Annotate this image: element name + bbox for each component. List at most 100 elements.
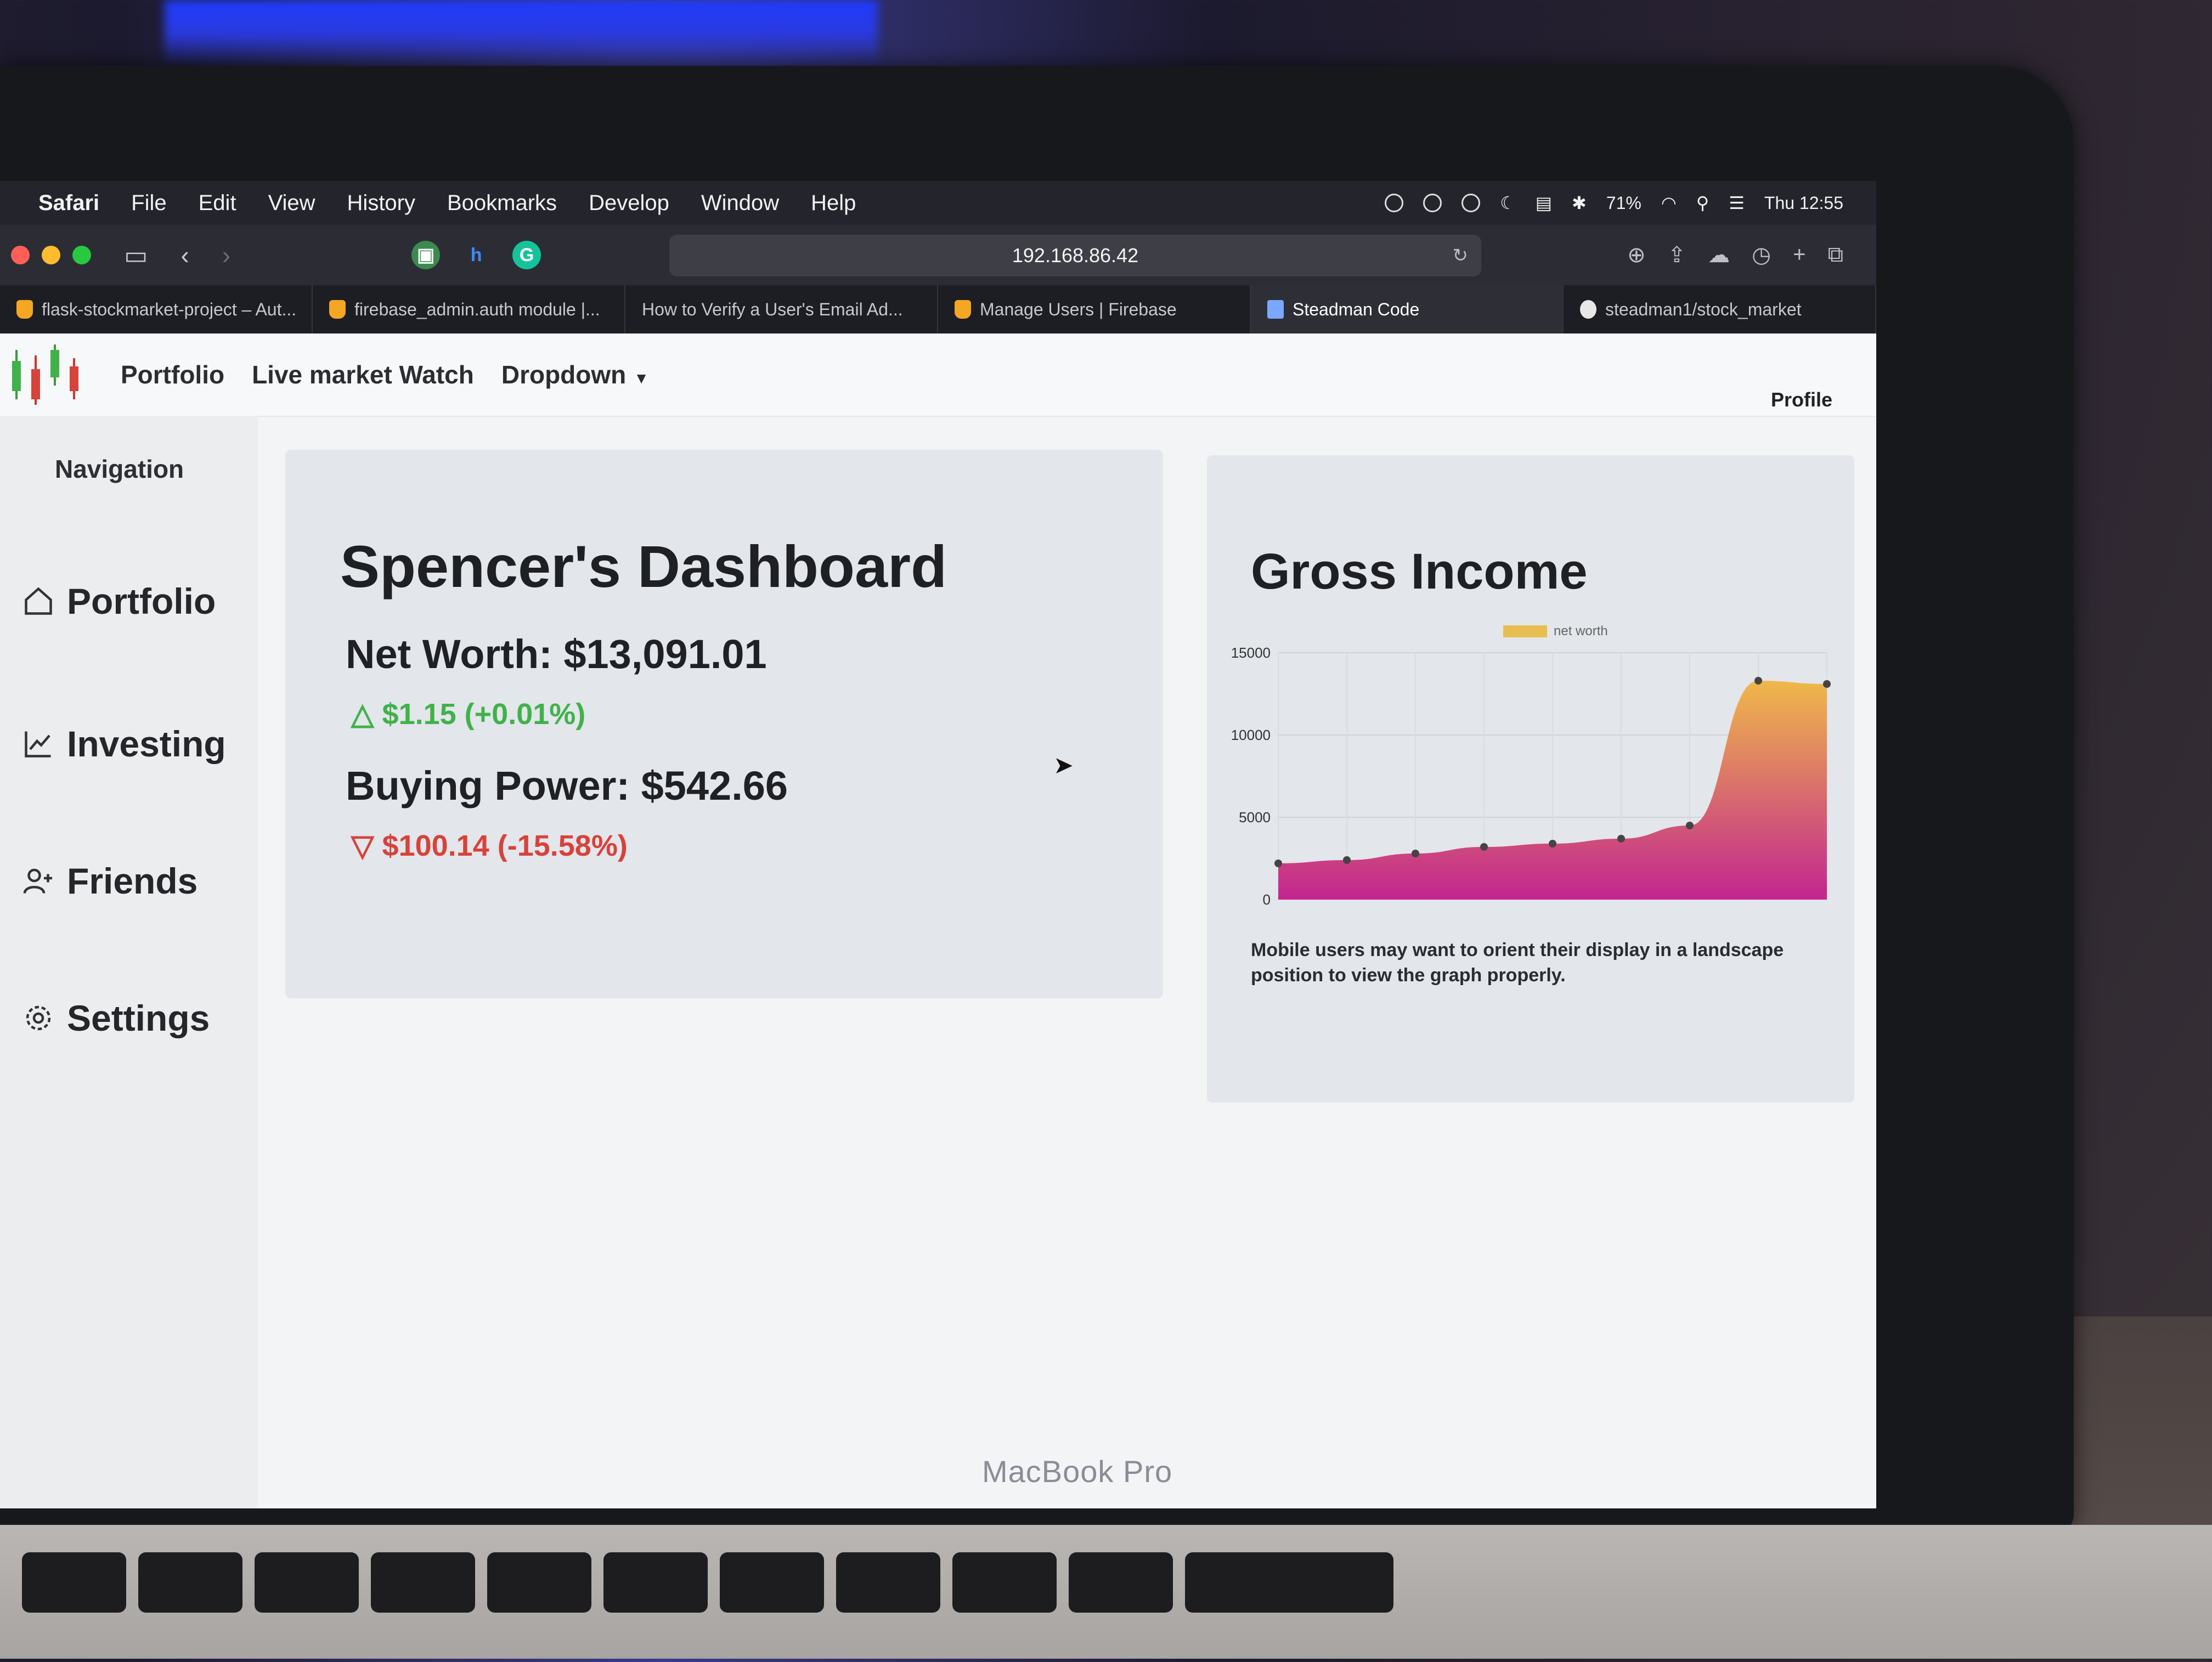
flag-icon[interactable]: ▤	[1536, 193, 1552, 213]
menu-file[interactable]: File	[131, 191, 166, 216]
sidebar-item-label: Friends	[67, 861, 198, 901]
toolbar-right-actions: ⊕ ⇪ ☁ ◷ + ⧉	[1627, 242, 1876, 268]
honey-extension-icon[interactable]: h	[462, 241, 490, 269]
sidebar-item-settings[interactable]: Settings	[22, 997, 210, 1039]
clock[interactable]: Thu 12:55	[1764, 193, 1843, 213]
gross-income-card: Gross Income 0 5000 10000 15000 net worth M…	[1207, 455, 1854, 1103]
data-point[interactable]	[1549, 840, 1556, 847]
chart-legend: net worth	[1503, 624, 1608, 638]
data-point[interactable]	[1754, 677, 1762, 685]
forward-icon[interactable]: ›	[222, 240, 230, 270]
sidebar-toggle-icon[interactable]: ▭	[124, 240, 148, 270]
profile-link[interactable]: Profile	[1771, 388, 1832, 411]
reload-icon[interactable]: ↻	[1453, 245, 1469, 267]
data-point[interactable]	[1823, 680, 1831, 688]
legend-swatch	[1503, 625, 1547, 637]
browser-toolbar: ▭ ‹ › ▣ h G 192.168.86.42 ↻ ⊕ ⇪ ☁ ◷ + ⧉	[0, 225, 1876, 285]
tab-label: How to Verify a User's Email Ad...	[642, 299, 903, 319]
play-icon[interactable]	[1462, 194, 1481, 212]
tab-4[interactable]: Manage Users | Firebase	[938, 285, 1251, 333]
nav-portfolio-link[interactable]: Portfolio	[121, 360, 224, 389]
menu-bookmarks[interactable]: Bookmarks	[447, 191, 557, 216]
tab-label: firebase_admin.auth module |...	[354, 299, 600, 319]
menu-window[interactable]: Window	[701, 191, 779, 216]
triangle-down-icon: ▽	[351, 829, 382, 862]
buying-power-change-text: $100.14 (-15.58%)	[382, 829, 628, 862]
history-icon[interactable]: ◷	[1752, 242, 1771, 268]
key-f8	[487, 1552, 591, 1613]
y-tick-label: 15000	[1231, 645, 1271, 661]
sidebar: Navigation Portfolio Investing Friends S…	[0, 416, 258, 1508]
site-navbar: Portfolio Live market Watch Dropdown ▼ Pr…	[0, 333, 1876, 417]
nav-dropdown[interactable]: Dropdown ▼	[501, 360, 649, 389]
spotlight-search-icon[interactable]: ⚲	[1696, 193, 1709, 213]
gross-income-chart[interactable]: 0 5000 10000 15000 net worth	[1218, 614, 1843, 922]
nav-live-market-link[interactable]: Live market Watch	[252, 360, 474, 389]
control-center-icon[interactable]: ☰	[1729, 193, 1745, 213]
grammarly-extension-icon[interactable]: G	[512, 241, 541, 269]
status-icon-1[interactable]	[1385, 194, 1404, 212]
sidebar-item-friends[interactable]: Friends	[22, 860, 198, 902]
firebase-icon	[955, 300, 971, 319]
tab-2[interactable]: firebase_admin.auth module |...	[313, 285, 625, 333]
data-point[interactable]	[1343, 856, 1351, 864]
menu-edit[interactable]: Edit	[199, 191, 236, 216]
tab-overview-icon[interactable]: ⧉	[1827, 242, 1843, 268]
status-icon-2[interactable]	[1423, 194, 1442, 212]
tab-3[interactable]: How to Verify a User's Email Ad...	[625, 285, 938, 333]
wifi-icon[interactable]: ◠	[1661, 193, 1677, 213]
sidebar-item-portfolio[interactable]: Portfolio	[22, 580, 216, 622]
menu-view[interactable]: View	[268, 191, 315, 216]
menu-history[interactable]: History	[347, 191, 415, 216]
y-axis-ticks: 0 5000 10000 15000	[1231, 645, 1271, 908]
new-tab-icon[interactable]: +	[1793, 242, 1805, 268]
close-window-button[interactable]	[11, 246, 30, 264]
sidebar-item-investing[interactable]: Investing	[22, 723, 226, 765]
data-point[interactable]	[1412, 850, 1419, 857]
mouse-pointer-icon: ➤	[1053, 752, 1074, 779]
data-point[interactable]	[1617, 835, 1625, 843]
home-icon	[25, 587, 52, 615]
key-f6	[255, 1552, 359, 1613]
icloud-icon[interactable]: ☁	[1708, 242, 1730, 268]
menu-develop[interactable]: Develop	[589, 191, 669, 216]
data-point[interactable]	[1686, 822, 1694, 829]
sidebar-item-label: Settings	[67, 998, 210, 1038]
tab-label: steadman1/stock_market	[1605, 299, 1802, 319]
downloads-icon[interactable]: ⊕	[1627, 242, 1646, 268]
zoom-window-button[interactable]	[72, 246, 91, 264]
dashboard-card: Spencer's Dashboard Net Worth: $13,091.0…	[285, 450, 1163, 998]
tab-bar: flask-stockmarket-project – Aut... fireb…	[0, 285, 1876, 333]
menu-help[interactable]: Help	[811, 191, 856, 216]
key-f7	[371, 1552, 475, 1613]
tab-label: flask-stockmarket-project – Aut...	[42, 299, 297, 319]
tab-6[interactable]: steadman1/stock_market	[1564, 285, 1876, 333]
dropdown-label: Dropdown	[501, 360, 627, 389]
battery-percent[interactable]: 71%	[1606, 193, 1641, 213]
net-worth-value: Net Worth: $13,091.01	[346, 631, 767, 677]
menu-app-name[interactable]: Safari	[38, 191, 99, 216]
data-point[interactable]	[1480, 843, 1488, 851]
keyboard-function-row	[22, 1552, 1975, 1662]
tab-5-active[interactable]: Steadman Code	[1251, 285, 1564, 333]
background-lamp-glow	[165, 0, 878, 66]
share-icon[interactable]: ⇪	[1668, 242, 1686, 268]
macbook-pro-label: MacBook Pro	[982, 1454, 1173, 1489]
status-menu-area: ☾ ▤ ✱ 71% ◠ ⚲ ☰ Thu 12:55	[1385, 193, 1876, 213]
key-delete	[1185, 1552, 1393, 1613]
tab-1[interactable]: flask-stockmarket-project – Aut...	[0, 285, 313, 333]
net-worth-change: △ $1.15 (+0.01%)	[351, 697, 585, 731]
address-bar[interactable]: 192.168.86.42 ↻	[669, 235, 1481, 276]
gross-income-title: Gross Income	[1251, 544, 1588, 600]
minimize-window-button[interactable]	[42, 246, 60, 264]
data-point[interactable]	[1274, 860, 1282, 867]
back-icon[interactable]: ‹	[180, 240, 189, 270]
extension-icon-1[interactable]: ▣	[411, 241, 441, 269]
moon-icon[interactable]: ☾	[1500, 193, 1516, 213]
key-f4	[22, 1552, 126, 1613]
address-text: 192.168.86.42	[1012, 244, 1139, 267]
buying-power-change: ▽ $100.14 (-15.58%)	[351, 828, 628, 863]
bluetooth-icon[interactable]: ✱	[1572, 193, 1587, 213]
sidebar-item-label: Investing	[67, 723, 226, 764]
candlestick-logo-icon[interactable]	[5, 342, 93, 408]
